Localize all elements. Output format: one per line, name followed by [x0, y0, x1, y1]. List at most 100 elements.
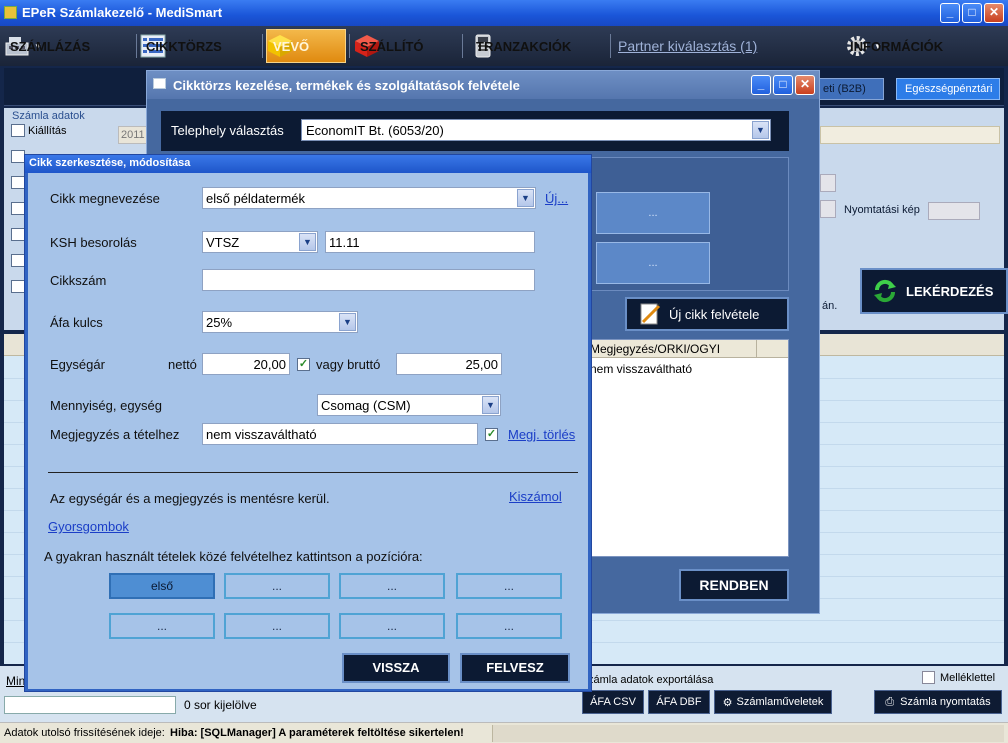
toolbar-tranzakciok[interactable]: TRANZAKCIÓK	[470, 29, 571, 63]
uj-cikk-link[interactable]: Új...	[545, 191, 568, 206]
chevron-down-icon: ▼	[517, 189, 534, 207]
cikk-list[interactable]: Megjegyzés/ORKI/OGYI nem visszaváltható	[585, 339, 789, 557]
close-button[interactable]: ✕	[984, 3, 1004, 23]
afa-kulcs-select[interactable]: 25% ▼	[202, 311, 358, 333]
new-document-icon	[640, 303, 661, 325]
error-message: Hiba: [SQLManager] A paraméterek feltölt…	[170, 727, 464, 739]
editor-title: Cikk szerkesztése, módosítása	[25, 155, 591, 173]
right-info-field[interactable]	[820, 126, 1000, 144]
mellekletel-checkbox[interactable]	[922, 671, 935, 684]
dropdown-toggle[interactable]	[820, 174, 836, 192]
filter-checkbox[interactable]	[11, 176, 25, 189]
uj-cikk-button[interactable]: Új cikk felvétele	[625, 297, 789, 331]
cikkszam-label: Cikkszám	[50, 273, 107, 288]
cikk-action-panel: ... ...	[591, 157, 789, 291]
min-link[interactable]: Min	[6, 674, 25, 688]
gears-icon: ⚙	[722, 696, 733, 709]
cikk-megnevezese-combo[interactable]: első példatermék ▼	[202, 187, 536, 209]
szamlamuveletek-button[interactable]: ⚙ Számlaműveletek	[714, 690, 832, 714]
ksh-type-value: VTSZ	[206, 235, 240, 250]
position-button[interactable]: ...	[224, 613, 330, 639]
egeszsegpenztari-button[interactable]: Egészségpénztári	[896, 78, 1000, 100]
mennyiseg-label: Mennyiség, egység	[50, 398, 163, 413]
mellekletel-label: Melléklettel	[940, 672, 996, 684]
afa-dbf-button[interactable]: ÁFA DBF	[648, 690, 710, 714]
dot-button[interactable]: ...	[596, 192, 710, 234]
brutto-price-input[interactable]: 25,00	[396, 353, 502, 375]
egysegar-label: Egységár	[50, 357, 105, 372]
egyseg-select[interactable]: Csomag (CSM) ▼	[317, 394, 501, 416]
list-item[interactable]: nem visszaváltható	[590, 362, 692, 376]
ksh-type-select[interactable]: VTSZ ▼	[202, 231, 318, 253]
position-button[interactable]: ...	[456, 573, 562, 599]
filter-checkbox[interactable]	[11, 202, 25, 215]
info-text: Az egységár és a megjegyzés is mentésre …	[50, 491, 330, 506]
toolbar-szamlazas[interactable]: SZÁMLÁZÁS ▼	[4, 29, 90, 63]
vissza-button[interactable]: VISSZA	[342, 653, 450, 683]
chevron-down-icon: ▼	[482, 396, 499, 414]
teljesites-checkbox[interactable]	[11, 150, 25, 163]
close-button[interactable]: ✕	[795, 75, 815, 95]
egyseg-value: Csomag (CSM)	[321, 398, 411, 413]
position-button[interactable]: ...	[339, 613, 445, 639]
b2b-button[interactable]: eti (B2B)	[816, 78, 884, 100]
netto-checkbox[interactable]: ✓	[297, 358, 310, 371]
export-label: zámla adatok exportálása	[588, 674, 714, 686]
chevron-down-icon: ▼	[339, 313, 356, 331]
position-button[interactable]: ...	[224, 573, 330, 599]
felvesz-button[interactable]: FELVESZ	[460, 653, 570, 683]
column-header: Megjegyzés/ORKI/OGYI	[590, 342, 721, 356]
dot-button[interactable]: ...	[596, 242, 710, 284]
cikk-list-header: Megjegyzés/ORKI/OGYI	[586, 340, 788, 358]
megjegyzes-checkbox[interactable]: ✓	[485, 428, 498, 441]
lekerdezes-label: LEKÉRDEZÉS	[906, 283, 994, 299]
cikk-megnevezese-label: Cikk megnevezése	[50, 191, 160, 206]
toolbar-informaciok[interactable]: INFORMÁCIÓK ▼	[844, 29, 943, 63]
netto-price-input[interactable]: 20,00	[202, 353, 290, 375]
status-panel	[492, 725, 1004, 742]
cikkszam-input[interactable]	[202, 269, 535, 291]
nyomtatasi-kep-select[interactable]	[928, 202, 980, 220]
refresh-time-label: Adatok utolsó frissítésének ideje:	[4, 727, 165, 739]
refresh-icon	[874, 279, 896, 303]
szamla-nyomtatas-button[interactable]: ⎙ Számla nyomtatás	[874, 690, 1002, 714]
gyorsgombok-link[interactable]: Gyorsgombok	[48, 519, 129, 534]
cikktorzs-title: Cikktörzs kezelése, termékek és szolgált…	[173, 78, 520, 93]
vagy-brutto-label: vagy bruttó	[316, 357, 381, 372]
afa-csv-button[interactable]: ÁFA CSV	[582, 690, 644, 714]
statusbar: Adatok utolsó frissítésének ideje: Hiba:…	[0, 722, 1008, 743]
filter-checkbox[interactable]	[11, 228, 25, 241]
lekerdezes-button[interactable]: LEKÉRDEZÉS	[860, 268, 1008, 314]
cikktorzs-titlebar: Cikktörzs kezelése, termékek és szolgált…	[147, 71, 819, 99]
toolbar-separator	[136, 34, 137, 58]
dropdown-toggle[interactable]	[820, 200, 836, 218]
minimize-button[interactable]: _	[751, 75, 771, 95]
afa-kulcs-label: Áfa kulcs	[50, 315, 103, 330]
filter-checkbox[interactable]	[11, 254, 25, 267]
partner-select-link[interactable]: Partner kiválasztás (1)	[618, 38, 757, 54]
kiallitas-checkbox[interactable]	[11, 124, 25, 137]
toolbar-szallito-label: SZÁLLÍTÓ	[360, 38, 424, 54]
maximize-button[interactable]: □	[962, 3, 982, 23]
position-button[interactable]: ...	[456, 613, 562, 639]
selected-count-label: 0 sor kijelölve	[184, 698, 257, 712]
kiszamol-link[interactable]: Kiszámol	[509, 489, 562, 504]
ksh-code-input[interactable]: 11.11	[325, 231, 535, 253]
toolbar-separator	[349, 34, 350, 58]
rendben-button[interactable]: RENDBEN	[679, 569, 789, 601]
telephely-select[interactable]: EconomIT Bt. (6053/20) ▼	[301, 119, 771, 141]
toolbar-szallito[interactable]: SZÁLLÍTÓ	[354, 29, 424, 63]
szamla-adatok-legend: Számla adatok	[12, 110, 85, 122]
toolbar-cikktorzs[interactable]: CIKKTÖRZS	[140, 29, 222, 63]
toolbar-informaciok-label: INFORMÁCIÓK	[850, 38, 944, 54]
toolbar-vevo[interactable]: VEVŐ	[266, 29, 346, 63]
filter-checkbox[interactable]	[11, 280, 25, 293]
position-button[interactable]: ...	[339, 573, 445, 599]
minimize-button[interactable]: _	[940, 3, 960, 23]
szamla-nyomtatas-label: Számla nyomtatás	[900, 696, 991, 708]
megj-torles-link[interactable]: Megj. törlés	[508, 427, 575, 442]
position-button[interactable]: első	[109, 573, 215, 599]
maximize-button[interactable]: □	[773, 75, 793, 95]
position-button[interactable]: ...	[109, 613, 215, 639]
megjegyzes-input[interactable]: nem visszaváltható	[202, 423, 478, 445]
